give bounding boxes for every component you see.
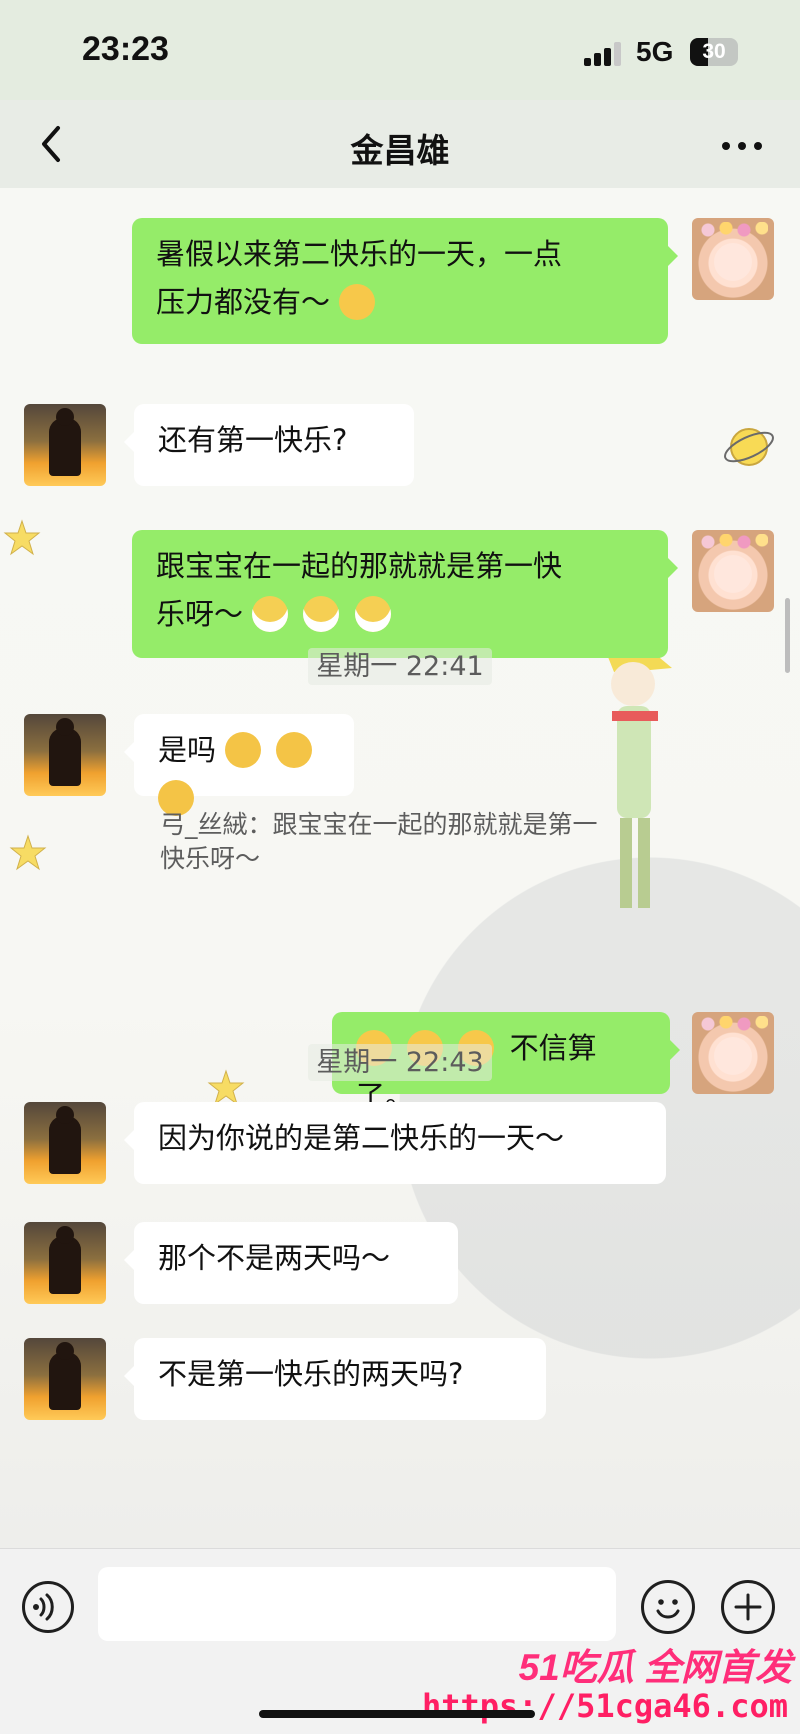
timestamp-text: 星期一 22:41	[308, 648, 492, 685]
chat-area[interactable]: 暑假以来第二快乐的一天，一点 压力都没有～ 还有第一快乐? 跟宝宝在一起的那就就…	[0, 188, 800, 1548]
message-text: 是吗	[158, 733, 217, 767]
watermark-title: 51吃瓜 全网首发	[518, 1647, 792, 1688]
timestamp: 星期一 22:41	[0, 644, 800, 685]
quoted-message[interactable]: 弓_丝絨：跟宝宝在一起的那就就是第一 快乐呀～	[160, 808, 680, 876]
message-text: 那个不是两天吗～	[158, 1241, 391, 1275]
star-icon	[9, 834, 47, 871]
message-text: 还有第一快乐?	[158, 423, 348, 457]
status-time: 23:23	[82, 30, 169, 68]
timestamp-text: 星期一 22:43	[308, 1044, 492, 1081]
network-label: 5G	[636, 36, 674, 67]
avatar[interactable]	[24, 1102, 106, 1184]
message-bubble[interactable]: 那个不是两天吗～	[124, 1222, 458, 1304]
avatar[interactable]	[692, 218, 774, 300]
battery-indicator: 30	[690, 38, 738, 66]
star-icon	[3, 519, 41, 556]
message-bubble[interactable]: 不是第一快乐的两天吗?	[124, 1338, 546, 1420]
planet-icon	[724, 428, 774, 466]
grin-icon	[303, 596, 340, 632]
laugh-icon	[339, 284, 376, 320]
message-bubble[interactable]: 因为你说的是第二快乐的一天～	[124, 1102, 666, 1184]
chat-title: 金昌雄	[350, 131, 450, 170]
signal-icon	[584, 42, 624, 66]
message-text: 因为你说的是第二快乐的一天～	[158, 1121, 565, 1155]
home-indicator	[259, 1710, 535, 1718]
message-bubble[interactable]: 暑假以来第二快乐的一天，一点 压力都没有～	[132, 218, 678, 344]
avatar[interactable]	[24, 1338, 106, 1420]
message-text: 不是第一快乐的两天吗?	[158, 1357, 464, 1391]
message-bubble[interactable]: 跟宝宝在一起的那就就是第一快 乐呀～	[132, 530, 678, 658]
voice-icon[interactable]	[22, 1581, 74, 1633]
battery-text: 30	[702, 40, 726, 63]
avatar[interactable]	[24, 714, 106, 796]
cover-face-icon	[225, 732, 262, 768]
avatar[interactable]	[24, 1222, 106, 1304]
nav-bar: 金昌雄	[0, 100, 800, 189]
quoted-text: 弓_丝絨：跟宝宝在一起的那就就是第一 快乐呀～	[160, 810, 598, 873]
watermark: 51吃瓜 全网首发 https://51cga46.com	[422, 1625, 800, 1733]
avatar[interactable]	[692, 530, 774, 612]
grin-icon	[354, 596, 391, 632]
watermark-url: https://51cga46.com	[421, 1687, 788, 1725]
grin-icon	[252, 596, 289, 632]
message-bubble[interactable]: 是吗	[124, 714, 354, 816]
cover-face-icon	[276, 732, 313, 768]
status-bar: 23:23 5G 30	[0, 0, 800, 100]
avatar[interactable]	[24, 404, 106, 486]
timestamp: 星期一 22:43	[0, 1040, 800, 1081]
message-bubble[interactable]: 还有第一快乐?	[124, 404, 414, 486]
more-icon[interactable]	[722, 142, 764, 152]
